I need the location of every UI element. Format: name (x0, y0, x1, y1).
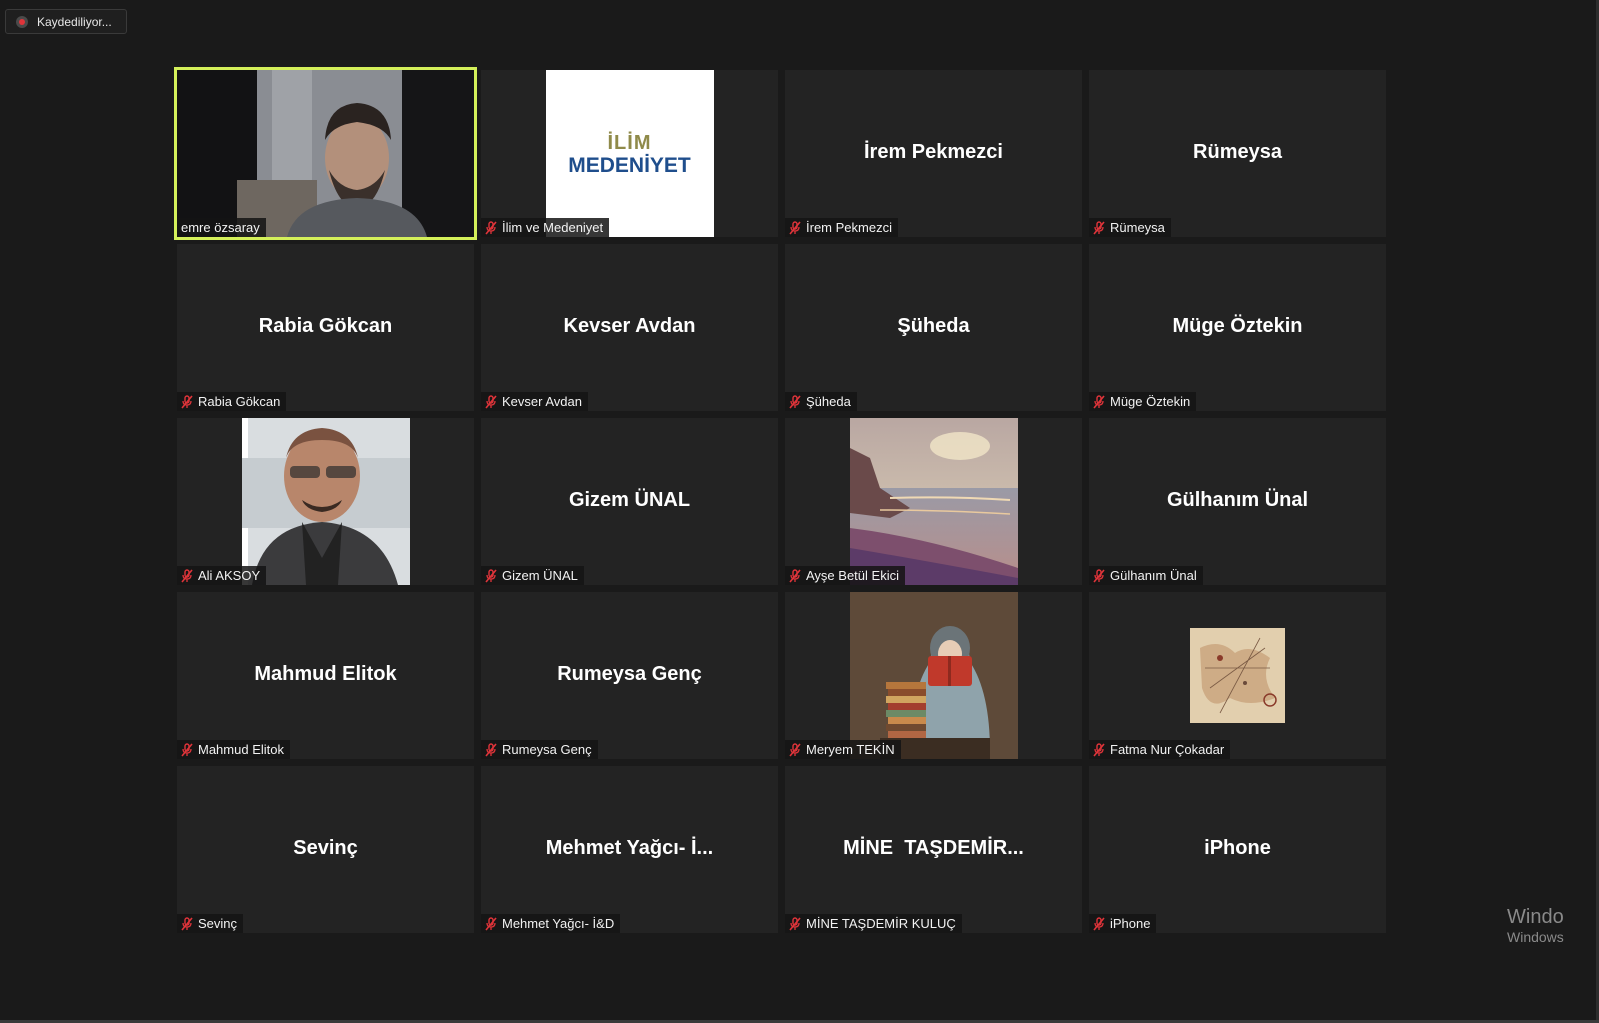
participant-display-name: Gizem ÜNAL (568, 489, 691, 511)
participant-name-label: Mahmud Elitok (177, 740, 290, 759)
participant-tile[interactable]: Kevser Avdan Kevser Avdan (481, 244, 778, 411)
participant-tile[interactable]: Meryem TEKİN (785, 592, 1082, 759)
participant-tile[interactable]: İLİM MEDENİYET İlim ve Medeniyet (481, 70, 778, 237)
participant-display-name: Mehmet Yağcı- İ... (545, 837, 714, 859)
participant-name-label: iPhone (1089, 914, 1157, 933)
participant-name-label: İlim ve Medeniyet (481, 218, 610, 237)
participant-tile[interactable]: İrem Pekmezci İrem Pekmezci (785, 70, 1082, 237)
watermark-line-1: Windo (1507, 906, 1564, 928)
participant-tile[interactable]: iPhone iPhone (1089, 766, 1386, 933)
mic-muted-icon (181, 568, 193, 583)
logo-top-text: İLİM (607, 132, 652, 154)
mic-muted-icon (181, 394, 193, 409)
profile-painting (849, 418, 1018, 585)
participant-tile[interactable]: Fatma Nur Çokadar (1089, 592, 1386, 759)
meeting-gallery-view: Kaydediliyor... emre özsaray İLİM MEDENİ… (0, 0, 1599, 1023)
recording-label: Kaydediliyor... (37, 14, 112, 29)
mic-muted-icon (1093, 220, 1105, 235)
recording-indicator[interactable]: Kaydediliyor... (5, 9, 127, 34)
participant-tile[interactable]: Müge Öztekin Müge Öztekin (1089, 244, 1386, 411)
participant-tile[interactable]: Rümeysa Rümeysa (1089, 70, 1386, 237)
participant-tile[interactable]: Rabia Gökcan Rabia Gökcan (177, 244, 474, 411)
watermark-line-2: Windows (1507, 929, 1564, 945)
participant-display-name: İrem Pekmezci (864, 141, 1003, 163)
participant-display-name: Sevinç (293, 837, 358, 859)
logo-image: İLİM MEDENİYET (545, 70, 714, 237)
participant-display-name: iPhone (1204, 837, 1271, 859)
participant-name-label: Rumeysa Genç (481, 740, 598, 759)
participant-name-label: Müge Öztekin (1089, 392, 1197, 411)
mic-muted-icon (789, 742, 801, 757)
mic-muted-icon (485, 742, 497, 757)
participant-display-name: Mahmud Elitok (254, 663, 397, 685)
participant-tile[interactable]: Ali AKSOY (177, 418, 474, 585)
participant-display-name: Rabia Gökcan (258, 315, 393, 337)
mic-muted-icon (1093, 742, 1105, 757)
participant-name-label: Gizem ÜNAL (481, 566, 584, 585)
windows-activation-watermark: Windo Windows (1507, 906, 1599, 946)
mic-muted-icon (789, 394, 801, 409)
participant-name-label: Sevinç (177, 914, 244, 933)
participant-tile[interactable]: Sevinç Sevinç (177, 766, 474, 933)
mic-muted-icon (1093, 394, 1105, 409)
participant-tile[interactable]: Mehmet Yağcı- İ... Mehmet Yağcı- İ&D (481, 766, 778, 933)
participant-name-label: İrem Pekmezci (785, 218, 898, 237)
participant-tile[interactable]: Ayşe Betül Ekici (785, 418, 1082, 585)
participant-name-label: Ayşe Betül Ekici (785, 566, 905, 585)
mic-muted-icon (1093, 916, 1105, 931)
participant-name-label: Ali AKSOY (177, 566, 267, 585)
mic-muted-icon (485, 568, 497, 583)
mic-muted-icon (789, 220, 801, 235)
mic-muted-icon (181, 742, 193, 757)
participant-name-label: Rümeysa (1089, 218, 1171, 237)
participant-display-name: MİNE TAŞDEMİR... (843, 837, 1024, 859)
participant-display-name: Şüheda (897, 315, 970, 337)
mic-muted-icon (789, 568, 801, 583)
profile-map-image (1190, 628, 1285, 723)
mic-muted-icon (485, 220, 497, 235)
participant-video (177, 70, 474, 237)
participant-tile[interactable]: Gülhanım Ünal Gülhanım Ünal (1089, 418, 1386, 585)
participant-tile[interactable]: Rumeysa Genç Rumeysa Genç (481, 592, 778, 759)
participant-display-name: Müge Öztekin (1172, 315, 1303, 337)
participant-tile[interactable]: MİNE TAŞDEMİR... MİNE TAŞDEMİR KULUÇ (785, 766, 1082, 933)
participant-tile[interactable]: Gizem ÜNAL Gizem ÜNAL (481, 418, 778, 585)
participant-tile[interactable]: Mahmud Elitok Mahmud Elitok (177, 592, 474, 759)
record-dot-icon (16, 15, 28, 28)
mic-muted-icon (181, 916, 193, 931)
participant-tile[interactable]: emre özsaray (174, 67, 477, 240)
mic-muted-icon (789, 916, 801, 931)
participant-name-label: emre özsaray (177, 218, 266, 237)
participant-name-label: Meryem TEKİN (785, 740, 901, 759)
participant-name-label: Gülhanım Ünal (1089, 566, 1203, 585)
profile-photo (241, 418, 410, 585)
participant-tile[interactable]: Şüheda Şüheda (785, 244, 1082, 411)
participant-name-label: Fatma Nur Çokadar (1089, 740, 1231, 759)
mic-muted-icon (485, 394, 497, 409)
participant-display-name: Rumeysa Genç (557, 663, 702, 685)
participant-display-name: Gülhanım Ünal (1166, 489, 1309, 511)
participant-grid: emre özsaray İLİM MEDENİYET İlim ve Mede… (174, 67, 1386, 933)
participant-name-label: MİNE TAŞDEMİR KULUÇ (785, 914, 962, 933)
logo-bottom-text: MEDENİYET (568, 154, 691, 177)
participant-display-name: Rümeysa (1193, 141, 1282, 163)
participant-name-label: Şüheda (785, 392, 857, 411)
mic-muted-icon (485, 916, 497, 931)
participant-display-name: Kevser Avdan (563, 315, 696, 337)
participant-name-label: Rabia Gökcan (177, 392, 287, 411)
participant-name-label: Mehmet Yağcı- İ&D (481, 914, 621, 933)
mic-muted-icon (1093, 568, 1105, 583)
participant-name-label: Kevser Avdan (481, 392, 588, 411)
profile-illustration (849, 592, 1018, 759)
